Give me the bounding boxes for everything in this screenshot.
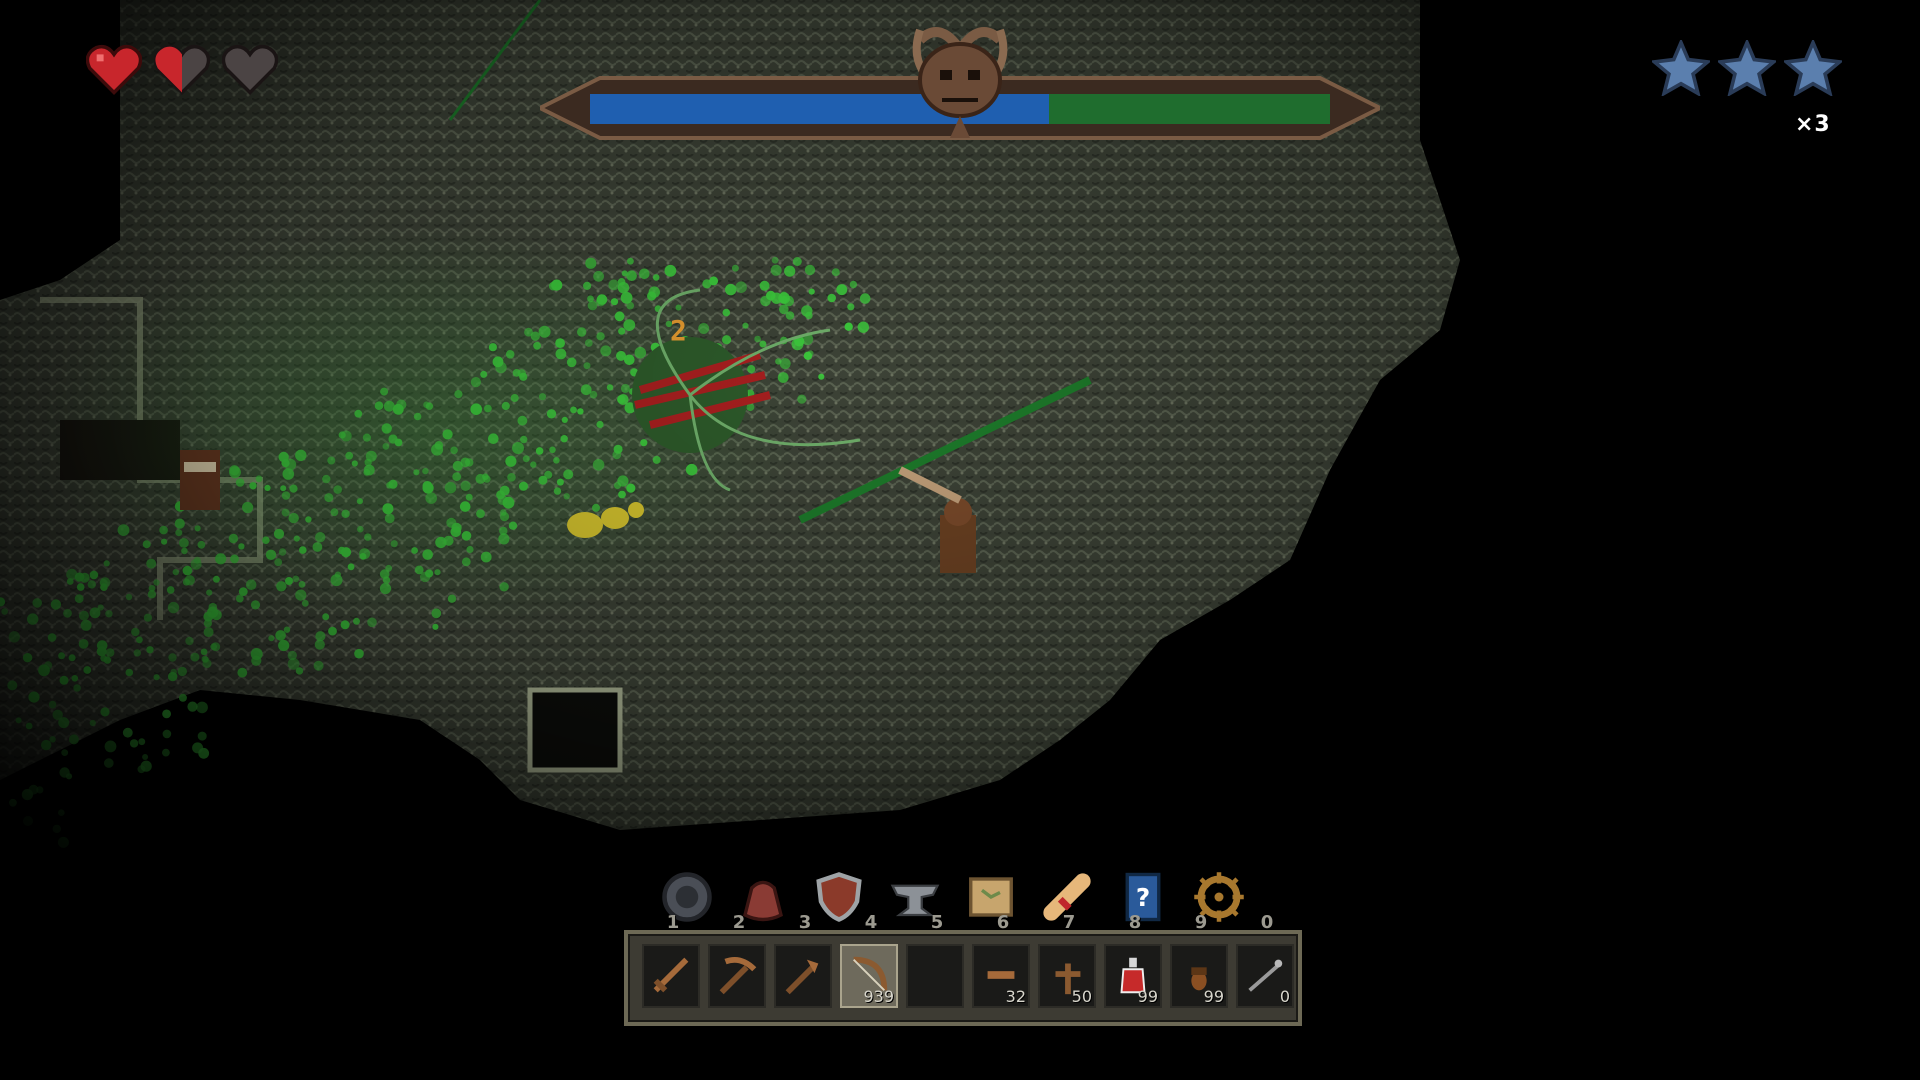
star-icon <box>1652 40 1710 96</box>
slot-number: 8 <box>1128 912 1142 933</box>
slot-number: 7 <box>1062 912 1076 933</box>
svg-text:?: ? <box>1136 883 1150 912</box>
slot-number: 6 <box>996 912 1010 933</box>
slot-number: 5 <box>930 912 944 933</box>
pickaxe-icon <box>719 957 757 995</box>
hotbar-slot-0[interactable]: 0 0 <box>1236 912 1294 1008</box>
hotbar-slot-6[interactable]: 6 32 <box>972 912 1030 1008</box>
slot-number: 1 <box>666 912 680 933</box>
hotbar-slot-1[interactable]: 1 <box>642 912 700 1008</box>
slot-count: 99 <box>1203 987 1224 1006</box>
boss-multiplier: ×3 <box>1795 112 1831 137</box>
slot-count: 32 <box>1005 987 1026 1006</box>
sword-icon <box>653 957 689 993</box>
hotbar-slot-4[interactable]: 4 939 <box>840 912 898 1008</box>
hotbar-slot-3[interactable]: 3 <box>774 912 832 1008</box>
hotbar-slot-5[interactable]: 5 <box>906 912 964 1008</box>
heart-full-icon <box>86 44 142 95</box>
hotbar-slot-9[interactable]: 9 99 <box>1170 912 1228 1008</box>
heart-half-icon <box>154 44 210 95</box>
slot-count: 939 <box>863 987 894 1006</box>
slot-count: 50 <box>1071 987 1092 1006</box>
slot-number: 4 <box>864 912 878 933</box>
hotbar: 1 2 3 4 939 5 6 32 7 50 8 99 9 99 0 0 <box>624 912 1302 1026</box>
boss-health-bar: ×3 <box>535 20 1830 160</box>
hotbar-slot-8[interactable]: 8 99 <box>1104 912 1162 1008</box>
slot-number: 9 <box>1194 912 1208 933</box>
hotbar-slot-7[interactable]: 7 50 <box>1038 912 1096 1008</box>
slot-number: 0 <box>1260 912 1274 933</box>
axe-icon <box>785 959 819 995</box>
star-icon <box>1718 40 1776 96</box>
slot-number: 2 <box>732 912 746 933</box>
slot-count: 0 <box>1279 987 1290 1006</box>
heart-empty-icon <box>222 44 278 95</box>
hotbar-slot-2[interactable]: 2 <box>708 912 766 1008</box>
slot-number: 3 <box>798 912 812 933</box>
star-icon <box>1784 40 1842 96</box>
slot-count: 99 <box>1137 987 1158 1006</box>
